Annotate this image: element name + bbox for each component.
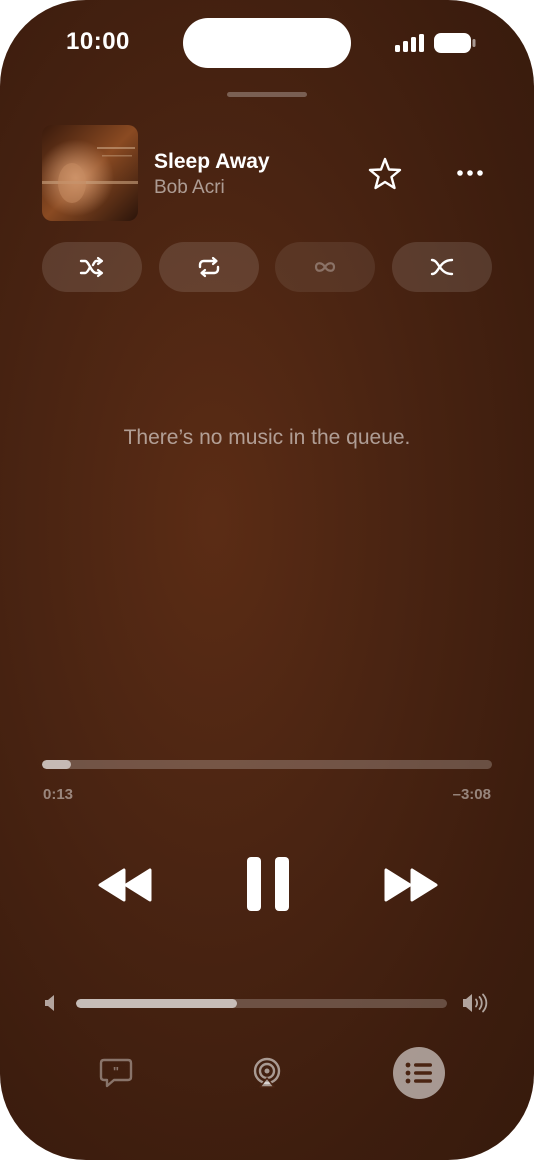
crossfade-button[interactable] [392,242,492,292]
queue-button[interactable] [393,1047,445,1099]
volume-level-fill [76,999,238,1008]
favorite-button[interactable] [366,155,404,193]
more-button[interactable] [452,158,488,188]
shuffle-button[interactable] [42,242,142,292]
pause-icon [247,857,289,911]
rewind-icon [98,868,152,902]
crossfade-icon [430,258,454,276]
cellular-signal-icon [395,34,424,52]
infinity-icon [314,262,336,272]
battery-icon [434,33,476,53]
infinity-button[interactable] [275,242,375,292]
playback-progress-fill [42,760,72,769]
more-icon [457,170,483,176]
rewind-button[interactable] [96,866,156,904]
svg-text:": " [113,1064,119,1079]
track-title: Sleep Away [154,150,270,173]
track-artist[interactable]: Bob Acri [154,177,225,199]
star-icon [368,157,402,190]
shuffle-icon [79,256,104,278]
album-artwork[interactable] [42,125,138,221]
elapsed-time: 0:13 [43,786,74,803]
remaining-time: –3:08 [452,786,491,803]
volume-min-icon [45,995,54,1011]
repeat-icon [198,256,220,278]
dynamic-island [183,18,351,68]
status-time: 10:00 [66,28,130,55]
volume-slider[interactable] [76,999,447,1008]
phone-screen: 10:00 Sleep Away Bob Acri There’s no mus… [0,0,534,1160]
volume-max-icon [463,993,488,1013]
lyrics-icon: " [99,1058,133,1088]
fast-forward-icon [384,868,438,902]
repeat-button[interactable] [159,242,259,292]
airplay-icon [253,1057,281,1088]
fast-forward-button[interactable] [380,866,440,904]
queue-list-icon [405,1062,432,1084]
lyrics-button[interactable]: " [98,1057,134,1089]
airplay-button[interactable] [250,1056,284,1090]
queue-empty-message: There’s no music in the queue. [123,426,411,449]
pause-button[interactable] [245,856,291,912]
playback-scrubber[interactable] [42,760,492,769]
sheet-grabber[interactable] [227,92,307,97]
